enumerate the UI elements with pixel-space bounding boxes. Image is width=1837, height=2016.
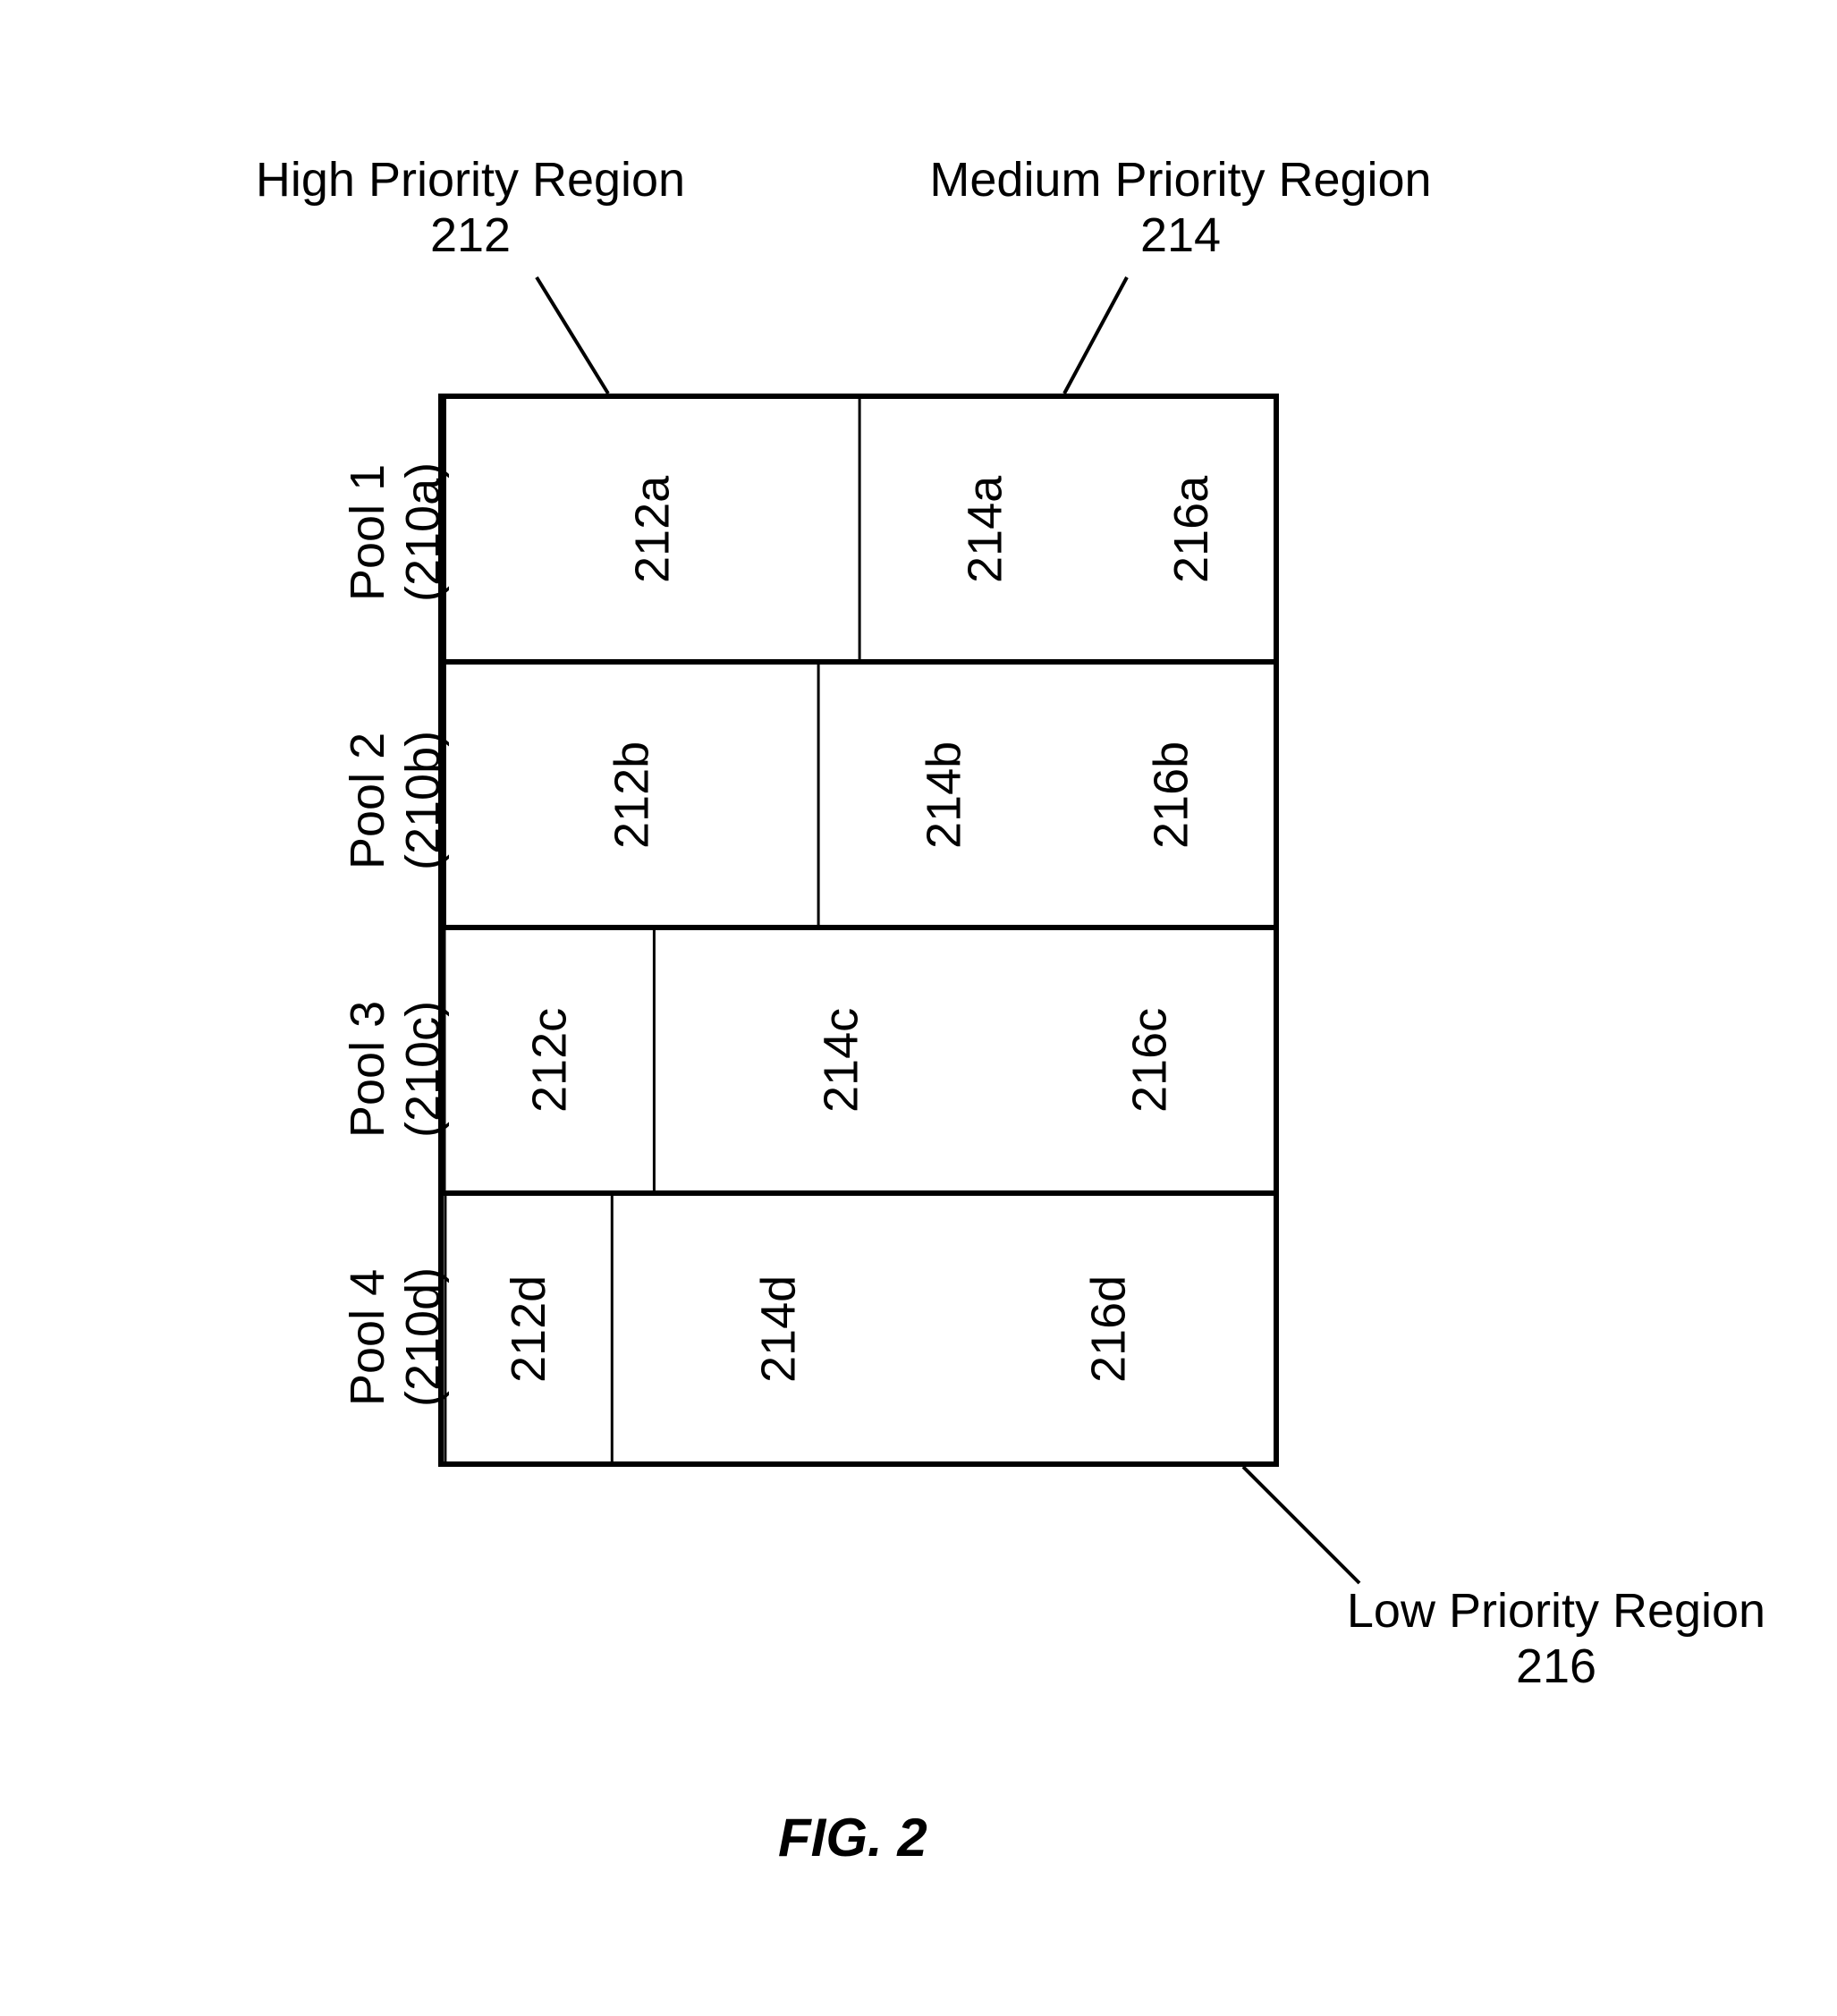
table-row: 212d 214d 216d — [444, 1196, 1274, 1461]
priority-table: 212a 214a 216a 212b 214b 216b 212c 214c … — [438, 394, 1279, 1467]
label-high-line1: High Priority Region — [256, 153, 685, 207]
label-high-line2: 212 — [430, 208, 511, 262]
label-medium-line2: 214 — [1140, 208, 1221, 262]
cell-216a: 216a — [1109, 399, 1274, 659]
row-label-1: Pool 1 (210a) — [340, 402, 451, 662]
diagram-stage: High Priority Region 212 Medium Priority… — [0, 0, 1837, 2016]
table-row: 212b 214b 216b — [444, 665, 1274, 930]
cell-212c: 212c — [444, 930, 653, 1190]
cell-214b: 214b — [817, 665, 1068, 925]
label-high-priority: High Priority Region 212 — [220, 152, 721, 263]
label-medium-priority: Medium Priority Region 214 — [894, 152, 1467, 263]
label-low-line1: Low Priority Region — [1347, 1584, 1765, 1638]
cell-216c: 216c — [1026, 930, 1274, 1190]
cell-216b: 216b — [1068, 665, 1274, 925]
row-label-2: Pool 2 (210b) — [340, 671, 451, 930]
row-label-3: Pool 3 (210c) — [340, 939, 451, 1199]
cell-212d: 212d — [444, 1196, 611, 1461]
figure-caption: FIG. 2 — [778, 1807, 927, 1868]
cell-214c: 214c — [653, 930, 1027, 1190]
row-label-4: Pool 4 (210d) — [340, 1207, 451, 1467]
label-low-line2: 216 — [1516, 1639, 1596, 1693]
cell-216d: 216d — [944, 1196, 1274, 1461]
label-low-priority: Low Priority Region 216 — [1324, 1583, 1789, 1694]
table-row: 212c 214c 216c — [444, 930, 1274, 1196]
cell-212a: 212a — [444, 399, 859, 659]
cell-214d: 214d — [611, 1196, 944, 1461]
table-row: 212a 214a 216a — [444, 399, 1274, 665]
cell-212b: 212b — [444, 665, 817, 925]
label-medium-line1: Medium Priority Region — [929, 153, 1431, 207]
cell-214a: 214a — [859, 399, 1109, 659]
